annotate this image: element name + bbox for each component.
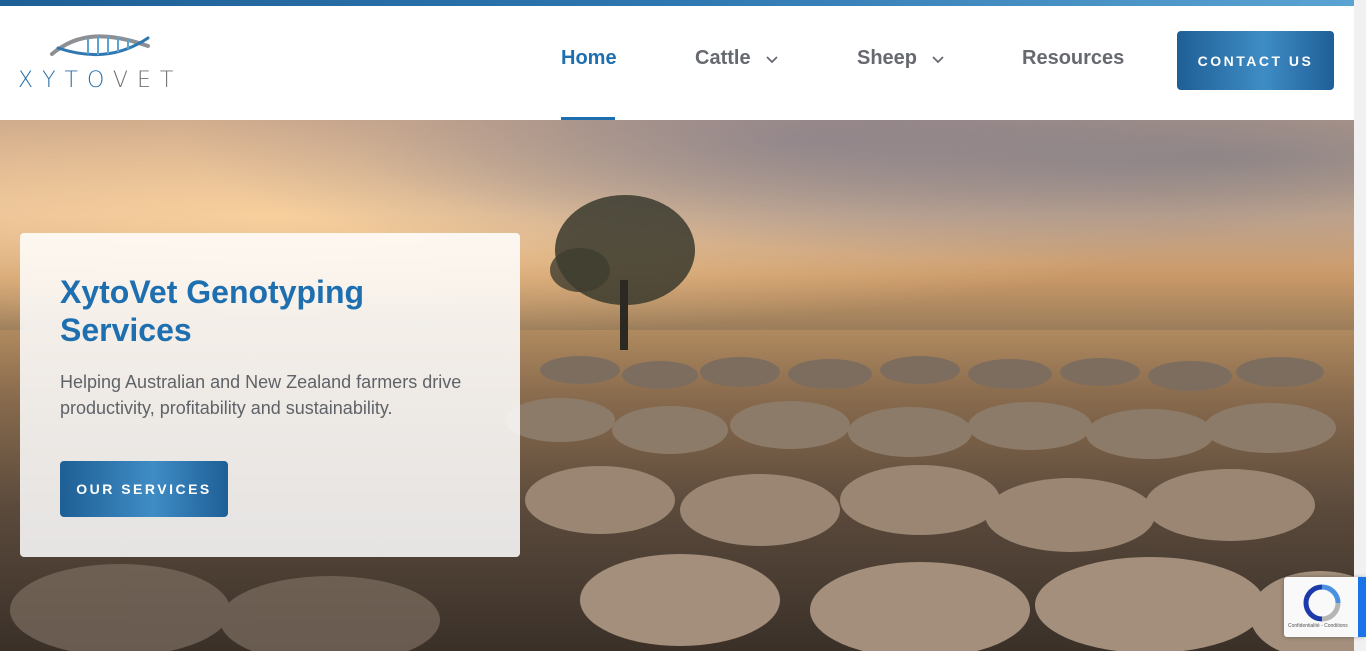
nav-item-label: Cattle (695, 47, 751, 69)
scrollbar[interactable] (1354, 0, 1366, 651)
hero-card: XytoVet Genotyping Services Helping Aust… (20, 233, 520, 557)
tree-silhouette (550, 195, 695, 350)
nav-item-resources[interactable]: Resources (1022, 47, 1124, 70)
recaptcha-icon (1303, 584, 1341, 622)
site-header: XYTOVET Home Cattle Sheep Resources CONT… (0, 6, 1354, 120)
recaptcha-edge (1358, 577, 1366, 637)
contact-us-button[interactable]: CONTACT US (1177, 31, 1334, 90)
hero-section: XytoVet Genotyping Services Helping Aust… (0, 120, 1354, 651)
recaptcha-footer[interactable]: Confidentialité - Conditions (1288, 623, 1348, 629)
hero-subtitle: Helping Australian and New Zealand farme… (60, 372, 462, 418)
chevron-down-icon (765, 55, 778, 63)
nav-item-label: Sheep (857, 47, 918, 69)
main-nav: Home Cattle Sheep Resources CONTACT US (0, 6, 1354, 120)
our-services-button[interactable]: OUR SERVICES (60, 461, 228, 517)
chevron-down-icon (932, 55, 944, 63)
hero-title: XytoVet Genotyping Services (60, 274, 365, 348)
nav-item-label: Resources (1022, 47, 1125, 69)
nav-item-label: Home (561, 47, 617, 69)
nav-item-cattle[interactable]: Cattle (695, 47, 779, 70)
recaptcha-badge[interactable]: Confidentialité - Conditions (1284, 577, 1366, 637)
nav-item-home[interactable]: Home (561, 47, 617, 70)
nav-item-sheep[interactable]: Sheep (857, 47, 945, 70)
